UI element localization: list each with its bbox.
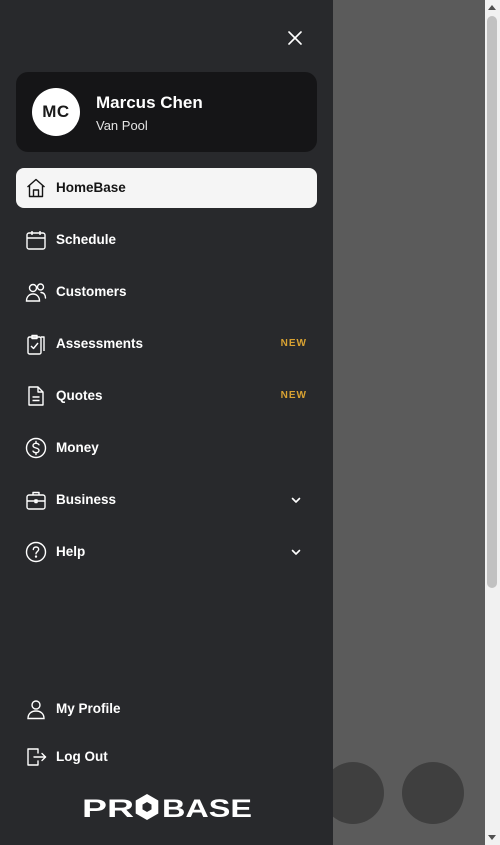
probase-logo: PR BASE — [82, 794, 252, 822]
new-badge: NEW — [280, 338, 307, 349]
background-action-button — [402, 762, 464, 824]
svg-text:BASE: BASE — [162, 795, 252, 822]
nav-label: Customers — [56, 284, 127, 299]
logout-icon — [25, 746, 47, 768]
scrollbar[interactable] — [485, 0, 500, 845]
document-icon — [25, 385, 47, 407]
close-button[interactable] — [283, 26, 307, 50]
nav-item-business[interactable]: Business — [16, 480, 317, 520]
nav-item-customers[interactable]: Customers — [16, 272, 317, 312]
avatar: MC — [32, 88, 80, 136]
nav-item-schedule[interactable]: Schedule — [16, 220, 317, 260]
profile-card[interactable]: MC Marcus Chen Van Pool — [16, 72, 317, 152]
chevron-down-icon[interactable] — [289, 493, 303, 507]
scrollbar-thumb[interactable] — [487, 16, 497, 588]
nav-label: My Profile — [56, 701, 121, 716]
clipboard-check-icon — [25, 333, 47, 355]
user-icon — [25, 698, 47, 720]
nav-label: Help — [56, 544, 86, 559]
navigation-drawer: MC Marcus Chen Van Pool HomeBase Schedul… — [0, 0, 333, 845]
nav-label: Money — [56, 440, 99, 455]
briefcase-icon — [25, 489, 47, 511]
scroll-down-arrow-icon[interactable] — [488, 835, 496, 840]
home-icon — [25, 177, 47, 199]
calendar-icon — [25, 229, 47, 251]
main-nav: HomeBase Schedule Customers Assessments … — [16, 168, 317, 584]
nav-item-help[interactable]: Help — [16, 532, 317, 572]
chevron-down-icon[interactable] — [289, 545, 303, 559]
nav-label: Quotes — [56, 388, 103, 403]
user-organization: Van Pool — [96, 118, 148, 133]
svg-text:PR: PR — [82, 795, 134, 822]
nav-label: Schedule — [56, 232, 117, 247]
users-icon — [25, 281, 47, 303]
nav-label: Log Out — [56, 749, 108, 764]
nav-label: Assessments — [56, 336, 144, 351]
log-out-link[interactable]: Log Out — [16, 740, 317, 774]
nav-item-quotes[interactable]: Quotes NEW — [16, 376, 317, 416]
my-profile-link[interactable]: My Profile — [16, 692, 317, 726]
nav-item-assessments[interactable]: Assessments NEW — [16, 324, 317, 364]
nav-item-money[interactable]: Money — [16, 428, 317, 468]
close-icon — [288, 31, 302, 45]
nav-label: HomeBase — [56, 180, 126, 195]
user-name: Marcus Chen — [96, 93, 203, 112]
nav-item-homebase[interactable]: HomeBase — [16, 168, 317, 208]
new-badge: NEW — [280, 390, 307, 401]
nav-label: Business — [56, 492, 117, 507]
help-icon — [25, 541, 47, 563]
dollar-icon — [25, 437, 47, 459]
scroll-up-arrow-icon[interactable] — [488, 5, 496, 10]
